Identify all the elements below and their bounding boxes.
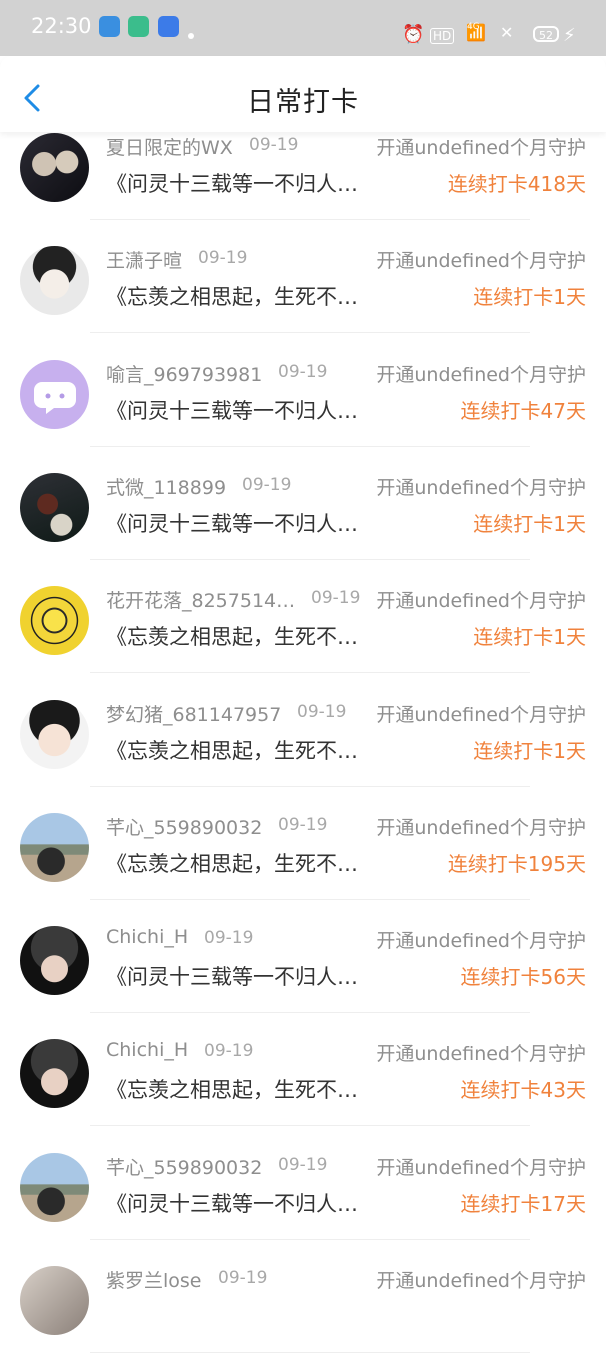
guard-status: 开通undefined个月守护 bbox=[376, 816, 586, 839]
avatar[interactable] bbox=[20, 1266, 89, 1335]
checkin-date: 09-19 bbox=[278, 361, 328, 382]
avatar[interactable] bbox=[20, 812, 89, 882]
user-name: 夏日限定的WX bbox=[106, 137, 233, 159]
network-label: 4G bbox=[467, 22, 480, 32]
hd-icon: HD bbox=[430, 28, 455, 44]
checkin-date: 09-19 bbox=[278, 814, 328, 835]
guard-status: 开通undefined个月守护 bbox=[376, 363, 586, 386]
streak-count: 连续打卡1天 bbox=[473, 625, 586, 650]
guard-status: 开通undefined个月守护 bbox=[376, 590, 586, 613]
streak-count: 连续打卡47天 bbox=[460, 398, 586, 423]
avatar[interactable] bbox=[20, 246, 89, 316]
avatar[interactable] bbox=[20, 926, 89, 996]
streak-count: 连续打卡195天 bbox=[447, 851, 586, 876]
checkin-date: 09-19 bbox=[311, 588, 361, 609]
list-item[interactable]: 式微_118899 09-19 开通undefined个月守护 《问灵十三载等一不归人… bbox=[0, 457, 606, 570]
row-divider bbox=[90, 445, 530, 447]
list-item[interactable]: 梦幻猪_681147957 09-19 开通undefined个月守护 《忘羡之相思起… bbox=[0, 684, 606, 797]
chat-bubble-icon bbox=[34, 381, 76, 414]
user-name: Chichi_H bbox=[106, 926, 189, 949]
guard-status: 开通undefined个月守护 bbox=[376, 930, 586, 953]
row-divider bbox=[90, 219, 530, 220]
checkin-date: 09-19 bbox=[198, 248, 248, 269]
book-title[interactable]: 《问灵十三载等一不归人… bbox=[106, 395, 358, 425]
list-item[interactable]: Chichi_H 09-19 开通undefined个月守护 《忘羡之相思起，生死不…… bbox=[0, 1023, 606, 1136]
status-time: 22:30 bbox=[31, 14, 92, 38]
avatar[interactable] bbox=[20, 472, 89, 542]
list-item[interactable]: 夏日限定的WX 09-19 开通undefined个月守护 《问灵十三载等一不归人… 连… bbox=[0, 117, 606, 230]
checkin-date: 09-19 bbox=[249, 135, 299, 155]
user-name: 芊心_559890032 bbox=[106, 816, 263, 839]
checkin-date: 09-19 bbox=[204, 1041, 254, 1062]
app-notification-icon-3 bbox=[158, 16, 179, 37]
list-item[interactable]: Chichi_H 09-19 开通undefined个月守护 《问灵十三载等一不归人…… bbox=[0, 910, 606, 1023]
book-title[interactable]: 《问灵十三载等一不归人… bbox=[106, 168, 358, 198]
battery-icon: 52 bbox=[533, 26, 559, 42]
user-name: 王潇子暄 bbox=[106, 250, 183, 273]
alarm-icon: ⏰ bbox=[402, 24, 425, 45]
status-bar: 22:30 ⏰ HD 📶 4G ✕ 52 ⚡ bbox=[0, 0, 606, 56]
guard-status: 开通undefined个月守护 bbox=[376, 476, 586, 499]
user-name: 式微_118899 bbox=[106, 476, 227, 499]
book-title[interactable]: 《忘羡之相思起，生死不… bbox=[106, 1074, 358, 1104]
charging-icon: ⚡ bbox=[563, 25, 576, 46]
row-divider bbox=[90, 332, 530, 334]
user-name: 喻言_969793981 bbox=[106, 363, 263, 386]
row-divider bbox=[90, 1012, 530, 1014]
avatar[interactable] bbox=[20, 586, 89, 656]
book-title[interactable]: 《问灵十三载等一不归人… bbox=[106, 508, 358, 538]
book-title[interactable]: 《忘羡之相思起，生死不… bbox=[106, 848, 358, 878]
avatar[interactable] bbox=[20, 133, 89, 202]
row-divider bbox=[90, 1125, 530, 1127]
list-item[interactable]: 王潇子暄 09-19 开通undefined个月守护 《忘羡之相思起，生死不… 连续打卡… bbox=[0, 230, 606, 343]
header: 日常打卡 bbox=[0, 56, 606, 132]
row-divider bbox=[90, 1238, 530, 1240]
streak-count: 连续打卡1天 bbox=[473, 738, 586, 763]
streak-count: 连续打卡43天 bbox=[460, 1078, 586, 1103]
streak-count: 连续打卡1天 bbox=[473, 511, 586, 536]
guard-status: 开通undefined个月守护 bbox=[376, 250, 586, 273]
streak-count: 连续打卡17天 bbox=[460, 1191, 586, 1216]
streak-count: 连续打卡418天 bbox=[447, 172, 586, 196]
avatar[interactable] bbox=[20, 1152, 89, 1222]
signal-2-icon: ✕ bbox=[500, 23, 514, 42]
row-divider bbox=[90, 1352, 530, 1353]
book-title[interactable]: 《忘羡之相思起，生死不… bbox=[106, 735, 358, 765]
checkin-date: 09-19 bbox=[218, 1268, 268, 1288]
list-item[interactable]: 芊心_559890032 09-19 开通undefined个月守护 《忘羡之相思起，… bbox=[0, 797, 606, 910]
streak-count: 连续打卡1天 bbox=[473, 285, 586, 310]
list-item[interactable]: 紫罗兰lose 09-19 开通undefined个月守护 bbox=[0, 1250, 606, 1363]
list-item[interactable]: 芊心_559890032 09-19 开通undefined个月守护 《问灵十三载等一… bbox=[0, 1137, 606, 1250]
book-title[interactable]: 《忘羡之相思起，生死不… bbox=[106, 281, 358, 311]
row-divider bbox=[90, 672, 530, 674]
guard-status: 开通undefined个月守护 bbox=[376, 1156, 586, 1179]
guard-status: 开通undefined个月守护 bbox=[376, 1043, 586, 1066]
user-name: 芊心_559890032 bbox=[106, 1156, 263, 1179]
streak-count: 连续打卡56天 bbox=[460, 965, 586, 990]
book-title[interactable]: 《问灵十三载等一不归人… bbox=[106, 961, 358, 991]
more-notifications-icon bbox=[188, 33, 194, 39]
avatar[interactable] bbox=[20, 1039, 89, 1109]
checkin-date: 09-19 bbox=[278, 1154, 328, 1175]
app-notification-icon-2 bbox=[128, 16, 149, 37]
page-title: 日常打卡 bbox=[247, 87, 359, 118]
checkin-date: 09-19 bbox=[204, 928, 254, 949]
guard-status: 开通undefined个月守护 bbox=[376, 137, 586, 159]
row-divider bbox=[90, 785, 530, 787]
avatar[interactable] bbox=[20, 699, 89, 769]
row-divider bbox=[90, 558, 530, 560]
book-title[interactable]: 《问灵十三载等一不归人… bbox=[106, 1188, 358, 1218]
list-item[interactable]: 花开花落_8257514… 09-19 开通undefined个月守护 《忘羡之相思起… bbox=[0, 570, 606, 683]
checkin-date: 09-19 bbox=[242, 474, 292, 495]
app-notification-icon-1 bbox=[99, 16, 120, 37]
row-divider bbox=[90, 898, 530, 900]
book-title[interactable]: 《忘羡之相思起，生死不… bbox=[106, 621, 358, 651]
user-name: Chichi_H bbox=[106, 1039, 189, 1062]
avatar[interactable] bbox=[20, 359, 89, 429]
checkin-date: 09-19 bbox=[297, 701, 347, 722]
user-name: 梦幻猪_681147957 bbox=[106, 703, 282, 726]
user-name: 花开花落_8257514… bbox=[106, 590, 296, 613]
list-item[interactable]: 喻言_969793981 09-19 开通undefined个月守护 《问灵十三载等一… bbox=[0, 344, 606, 457]
guard-status: 开通undefined个月守护 bbox=[376, 703, 586, 726]
